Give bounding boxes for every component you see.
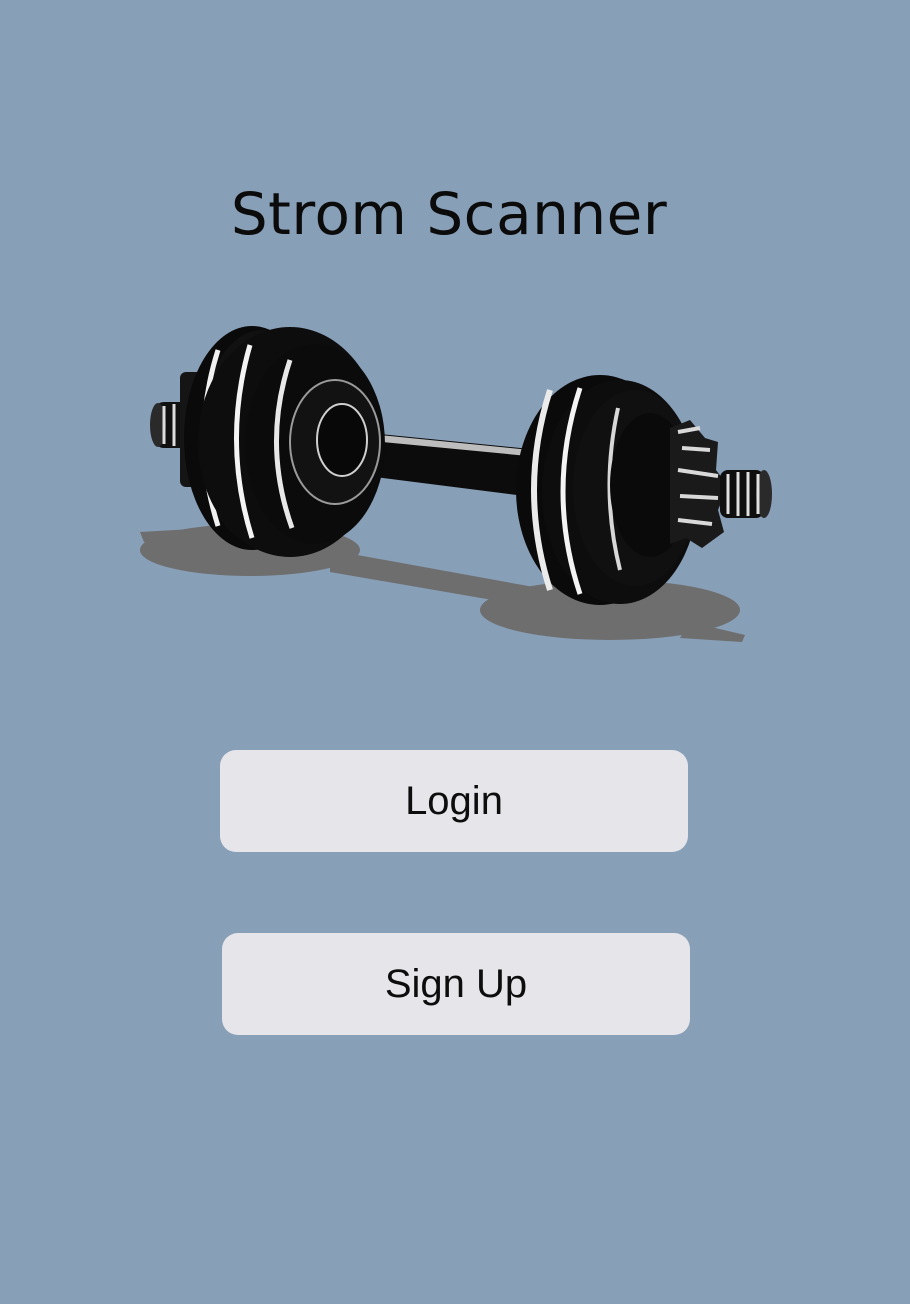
sign-up-button-label: Sign Up [384, 961, 528, 1006]
login-button[interactable]: Login [220, 750, 688, 852]
welcome-screen: Strom Scanner Login Sign Up [0, 0, 910, 1304]
dumbbell-icon [140, 326, 772, 642]
sign-up-button[interactable]: Sign Up [222, 933, 690, 1035]
login-button-label: Login [405, 778, 503, 823]
app-title: Strom Scanner [230, 180, 668, 248]
